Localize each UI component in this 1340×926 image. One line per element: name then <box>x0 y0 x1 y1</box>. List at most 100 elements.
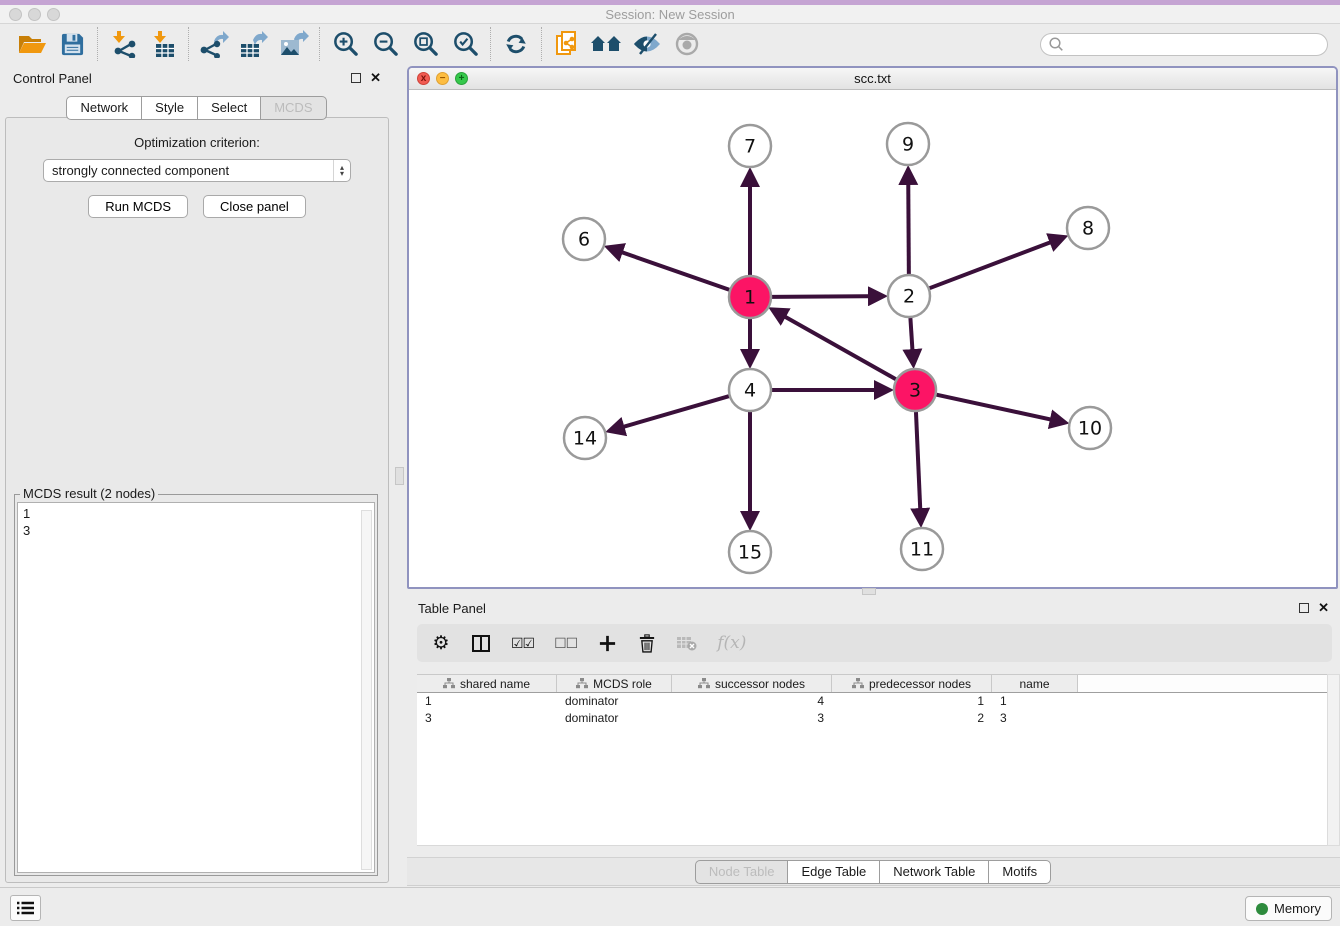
show-panel-eye-icon[interactable] <box>667 27 707 61</box>
delete-column-trash-icon[interactable] <box>637 634 657 653</box>
tab-style[interactable]: Style <box>141 96 198 120</box>
close-panel-icon[interactable]: ✕ <box>370 73 381 83</box>
close-panel-button[interactable]: Close panel <box>203 195 306 218</box>
tab-motifs[interactable]: Motifs <box>988 860 1051 884</box>
tab-select[interactable]: Select <box>197 96 261 120</box>
column-header-successor-nodes[interactable]: successor nodes <box>672 675 832 692</box>
column-settings-gear-icon[interactable]: ⚙ <box>431 632 451 655</box>
tab-network[interactable]: Network <box>66 96 142 120</box>
column-header-predecessor-nodes[interactable]: predecessor nodes <box>832 675 992 692</box>
tab-mcds[interactable]: MCDS <box>260 96 326 120</box>
graph-edge-2-9[interactable] <box>908 171 909 274</box>
table-cell[interactable]: 1 <box>832 693 992 710</box>
import-table-icon[interactable] <box>143 27 183 61</box>
search-input[interactable] <box>1064 37 1320 51</box>
zoom-out-icon[interactable] <box>365 27 405 61</box>
graph-node-2[interactable]: 2 <box>888 275 930 317</box>
table-cell[interactable]: 3 <box>417 710 557 727</box>
graph-node-4[interactable]: 4 <box>729 369 771 411</box>
graph-edge-4-14[interactable] <box>611 396 729 430</box>
graph-node-9[interactable]: 9 <box>887 123 929 165</box>
graph-node-1[interactable]: 1 <box>729 276 771 318</box>
task-history-button[interactable] <box>10 895 41 921</box>
table-cell[interactable]: 2 <box>832 710 992 727</box>
graph-node-15[interactable]: 15 <box>729 531 771 573</box>
graph-node-7[interactable]: 7 <box>729 125 771 167</box>
close-panel-icon[interactable]: ✕ <box>1318 603 1329 613</box>
column-header-shared-name[interactable]: shared name <box>417 675 557 692</box>
search-field[interactable] <box>1040 33 1328 56</box>
graph-node-6[interactable]: 6 <box>563 218 605 260</box>
graph-edge-1-2[interactable] <box>772 296 882 297</box>
graph-edge-3-11[interactable] <box>916 412 921 522</box>
table-scrollbar[interactable] <box>1327 674 1340 846</box>
vertical-splitter-grip[interactable] <box>395 467 404 485</box>
graph-node-3[interactable]: 3 <box>894 369 936 411</box>
column-header-label: MCDS role <box>593 677 652 691</box>
export-table-icon[interactable] <box>234 27 274 61</box>
function-builder-icon: f(x) <box>717 633 746 653</box>
column-tree-icon <box>576 678 588 689</box>
graph-edge-2-8[interactable] <box>930 238 1063 289</box>
float-window-icon[interactable] <box>1299 603 1309 613</box>
table-cell[interactable]: 1 <box>417 693 557 710</box>
table-row[interactable]: 3dominator323 <box>417 710 1333 727</box>
apply-layout-icon[interactable] <box>496 27 536 61</box>
optimization-criterion-select[interactable]: strongly connected component ▴▾ <box>43 159 351 182</box>
save-session-icon[interactable] <box>52 27 92 61</box>
frame-minimize-icon[interactable]: − <box>436 72 449 85</box>
optimization-criterion-value: strongly connected component <box>52 163 229 178</box>
graph-edge-2-3[interactable] <box>910 318 913 363</box>
tab-edge-table[interactable]: Edge Table <box>787 860 880 884</box>
unselect-all-rows-icon[interactable]: ☐☐ <box>554 635 577 652</box>
tab-node-table[interactable]: Node Table <box>695 860 789 884</box>
open-session-icon[interactable] <box>12 27 52 61</box>
zoom-in-icon[interactable] <box>325 27 365 61</box>
table-cell[interactable]: dominator <box>557 710 672 727</box>
search-icon <box>1048 36 1064 52</box>
network-canvas[interactable]: 7 9 6 8 1 2 4 3 14 10 15 11 <box>409 90 1336 587</box>
clone-network-icon[interactable] <box>547 27 587 61</box>
network-window-titlebar[interactable]: x − + scc.txt <box>409 68 1336 90</box>
graph-node-8[interactable]: 8 <box>1067 207 1109 249</box>
main-toolbar <box>0 24 1340 64</box>
graph-node-14[interactable]: 14 <box>564 417 606 459</box>
graph-node-10[interactable]: 10 <box>1069 407 1111 449</box>
graph-edge-3-10[interactable] <box>936 395 1063 423</box>
select-all-rows-icon[interactable]: ☑☑ <box>511 635 534 652</box>
frame-maximize-icon[interactable]: + <box>455 72 468 85</box>
result-scrollbar[interactable] <box>361 510 372 870</box>
column-header-label: successor nodes <box>715 677 805 691</box>
column-header-MCDS-role[interactable]: MCDS role <box>557 675 672 692</box>
hide-panel-eye-icon[interactable] <box>627 27 667 61</box>
graph-edge-3-1[interactable] <box>774 310 896 379</box>
tab-network-table[interactable]: Network Table <box>879 860 989 884</box>
show-column-selector-icon[interactable] <box>471 635 491 652</box>
table-cell[interactable]: dominator <box>557 693 672 710</box>
window-titlebar: Session: New Session <box>0 5 1340 24</box>
svg-text:3: 3 <box>909 380 921 402</box>
column-header-name[interactable]: name <box>992 675 1078 692</box>
network-view-window: x − + scc.txt 7 9 6 8 1 2 4 3 14 10 15 11 <box>407 66 1338 589</box>
table-row[interactable]: 1dominator411 <box>417 693 1333 710</box>
add-column-icon[interactable] <box>597 635 617 652</box>
float-window-icon[interactable] <box>351 73 361 83</box>
export-image-icon[interactable] <box>274 27 314 61</box>
zoom-fit-icon[interactable] <box>405 27 445 61</box>
graph-edge-1-6[interactable] <box>609 248 729 290</box>
import-network-icon[interactable] <box>103 27 143 61</box>
frame-close-icon[interactable]: x <box>417 72 430 85</box>
network-graph[interactable]: 7 9 6 8 1 2 4 3 14 10 15 11 <box>409 90 1336 587</box>
run-mcds-button[interactable]: Run MCDS <box>88 195 188 218</box>
table-cell[interactable]: 3 <box>992 710 1078 727</box>
table-cell[interactable]: 4 <box>672 693 832 710</box>
open-in-cytoscape-home-icon[interactable] <box>587 27 627 61</box>
table-cell[interactable]: 3 <box>672 710 832 727</box>
memory-button[interactable]: Memory <box>1245 896 1332 921</box>
zoom-selected-icon[interactable] <box>445 27 485 61</box>
table-cell[interactable]: 1 <box>992 693 1078 710</box>
export-network-icon[interactable] <box>194 27 234 61</box>
memory-status-icon <box>1256 903 1268 915</box>
graph-node-11[interactable]: 11 <box>901 528 943 570</box>
mcds-result-list[interactable]: 1 3 <box>17 502 375 873</box>
